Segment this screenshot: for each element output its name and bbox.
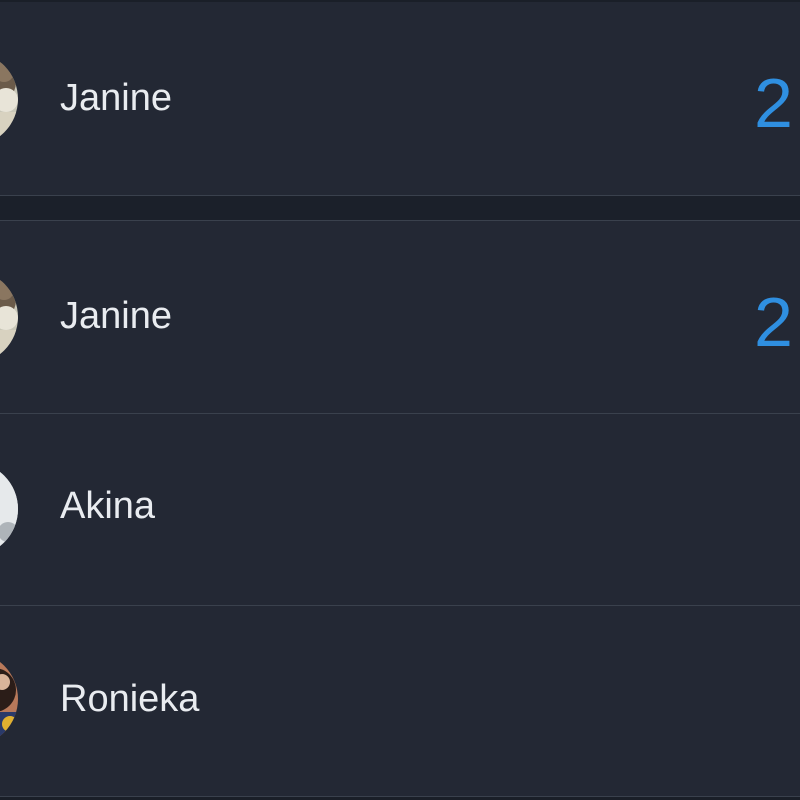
player-name: Janine: [60, 77, 172, 119]
leaderboard-row[interactable]: Ronieka: [0, 606, 800, 797]
user-photo-janine-icon: [0, 270, 18, 364]
avatar: [0, 652, 18, 746]
user-photo-ronieka-icon: [0, 652, 18, 746]
player-name: Ronieka: [60, 678, 200, 720]
avatar: [0, 462, 18, 556]
leaderboard-row[interactable]: Janine 2: [0, 221, 800, 414]
player-name: Akina: [60, 485, 156, 527]
leaderboard-screen: Janine 2 Janine 2 Akina Ronieka: [0, 0, 800, 800]
avatar: [0, 270, 18, 364]
user-photo-akina-icon: [0, 462, 18, 556]
section-separator: [0, 196, 800, 221]
leaderboard-row[interactable]: Akina: [0, 414, 800, 606]
leaderboard-row[interactable]: Janine 2: [0, 2, 800, 196]
player-name: Janine: [60, 295, 172, 337]
avatar: [0, 52, 18, 146]
player-score: 2: [754, 64, 793, 142]
user-photo-janine-icon: [0, 52, 18, 146]
player-score: 2: [754, 283, 793, 361]
